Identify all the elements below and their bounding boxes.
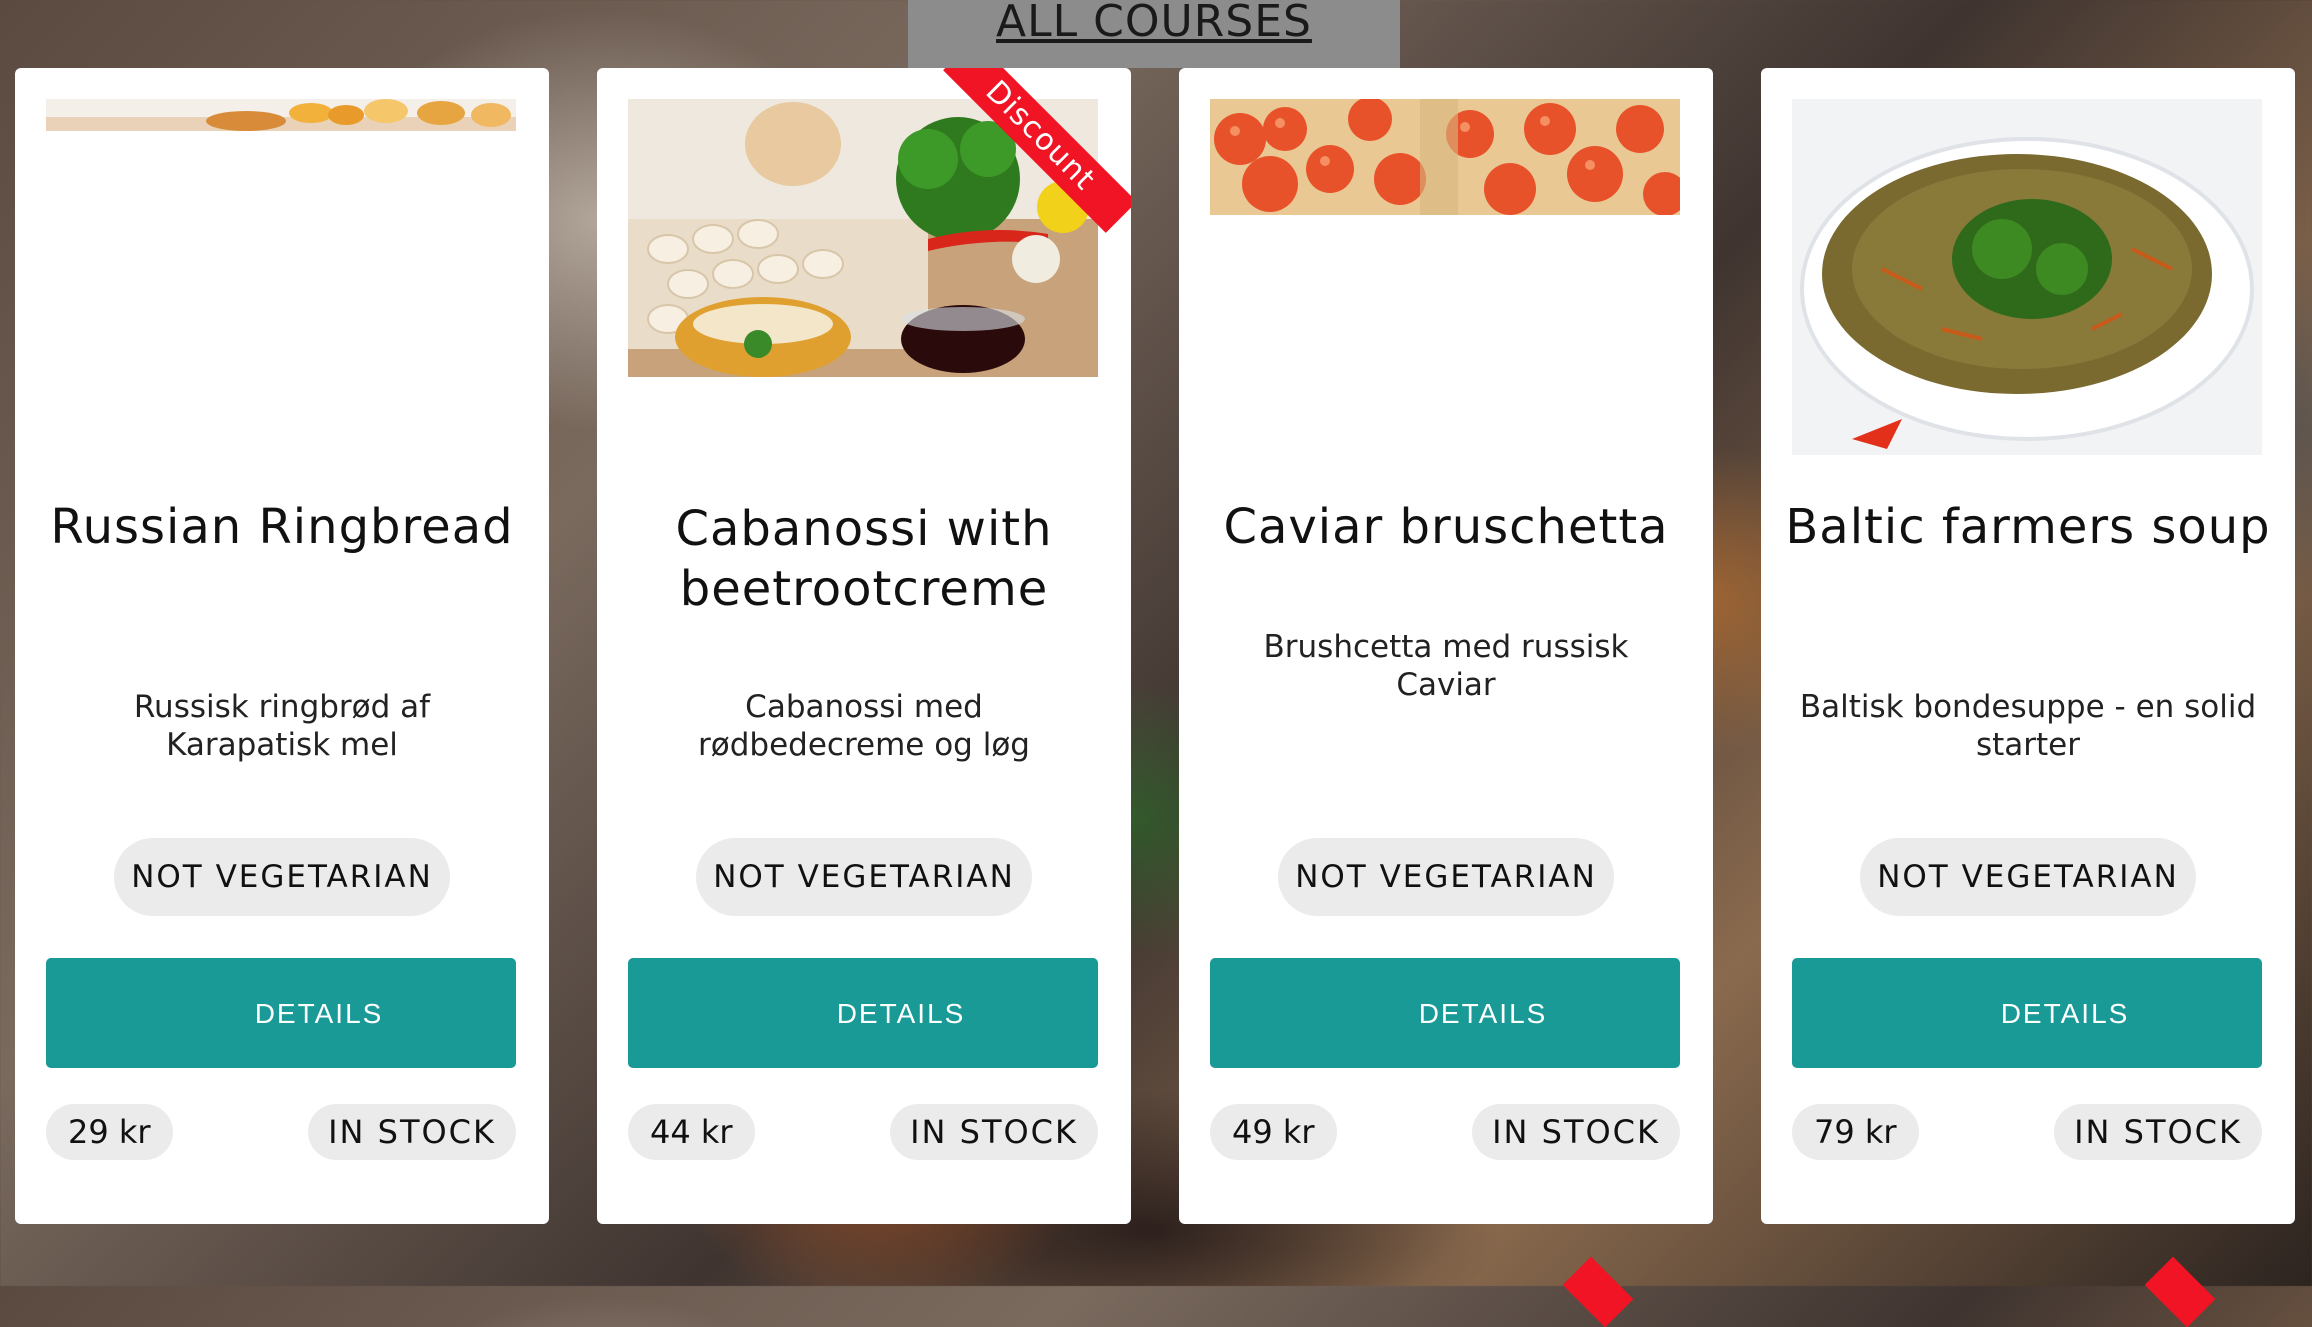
details-button[interactable]: DETAILS [1210,958,1680,1068]
diet-badge: NOT VEGETARIAN [696,838,1032,916]
details-button[interactable]: DETAILS [1792,958,2262,1068]
course-image [46,99,516,131]
price-badge: 49 kr [1210,1104,1337,1160]
course-image [1792,99,2262,455]
stock-badge: IN STOCK [1472,1104,1680,1160]
course-description: Cabanossi med rødbedecreme og løg [698,689,1030,763]
price-badge: 79 kr [1792,1104,1919,1160]
price-badge: 44 kr [628,1104,755,1160]
course-title: Cabanossi with beetrootcreme [675,501,1053,617]
caviar-image [1210,99,1680,215]
details-button[interactable]: DETAILS [628,958,1098,1068]
soup-image [1792,99,2262,455]
course-card-baltic-soup: Baltic farmers soup Baltisk bondesuppe -… [1761,68,2295,1224]
all-courses-link[interactable]: ALL COURSES [996,0,1312,44]
details-button[interactable]: DETAILS [46,958,516,1068]
course-description: Baltisk bondesuppe - en solid starter [1799,689,2257,763]
discount-ribbon-partial [1562,1256,1634,1327]
course-title: Russian Ringbread [50,499,514,555]
stock-badge: IN STOCK [890,1104,1098,1160]
diet-badge: NOT VEGETARIAN [1278,838,1614,916]
ringbread-image [46,99,516,131]
diet-badge: NOT VEGETARIAN [114,838,450,916]
stock-badge: IN STOCK [2054,1104,2262,1160]
course-title: Caviar bruschetta [1223,499,1669,555]
course-description: Brushcetta med russisk Caviar [1263,629,1629,703]
course-title: Baltic farmers soup [1785,499,2271,555]
price-badge: 29 kr [46,1104,173,1160]
course-card-cabanossi: Cabanossi with beetrootcreme Cabanossi m… [597,68,1131,1224]
course-card-caviar-bruschetta: Caviar bruschetta Brushcetta med russisk… [1179,68,1713,1224]
discount-ribbon-partial [2144,1256,2216,1327]
course-image [1210,99,1680,215]
stock-badge: IN STOCK [308,1104,516,1160]
diet-badge: NOT VEGETARIAN [1860,838,2196,916]
course-card-russian-ringbread: Russian Ringbread Russisk ringbrød af Ka… [15,68,549,1224]
course-description: Russisk ringbrød af Karapatisk mel [133,689,431,763]
all-courses-tab[interactable]: ALL COURSES [908,0,1400,68]
